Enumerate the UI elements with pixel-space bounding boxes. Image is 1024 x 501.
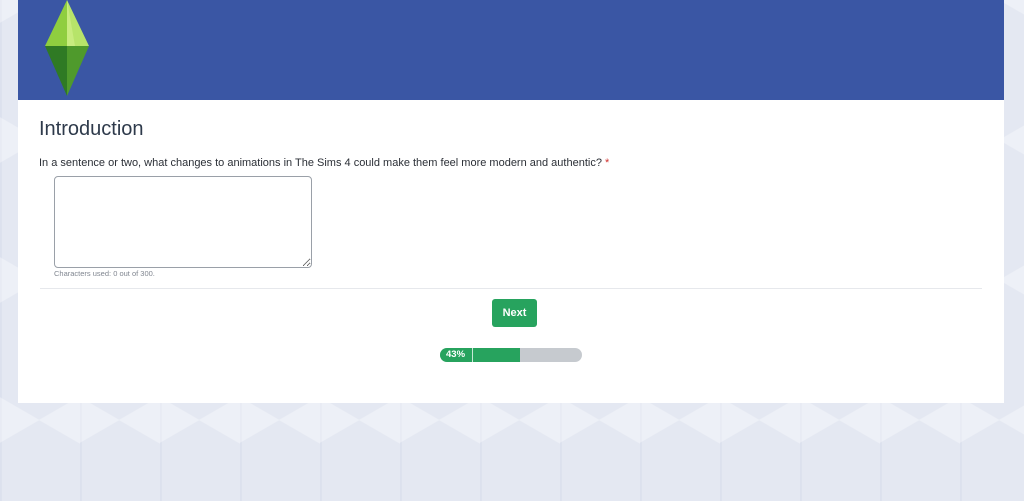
next-button[interactable]: Next: [492, 299, 537, 327]
divider: [40, 288, 982, 289]
header-banner: [18, 0, 1004, 100]
progress-tick: [472, 348, 473, 362]
question-text: In a sentence or two, what changes to an…: [39, 157, 602, 169]
section-title: Introduction: [39, 118, 144, 140]
required-marker: *: [604, 157, 610, 169]
survey-card: Introduction In a sentence or two, what …: [18, 0, 1004, 403]
progress-label: 43%: [446, 349, 466, 360]
plumbob-icon: [45, 0, 89, 96]
answer-textarea[interactable]: [54, 176, 312, 268]
progress-bar: 43%: [440, 348, 582, 362]
question-label: In a sentence or two, what changes to an…: [39, 157, 609, 169]
character-counter: Characters used: 0 out of 300.: [54, 269, 155, 278]
